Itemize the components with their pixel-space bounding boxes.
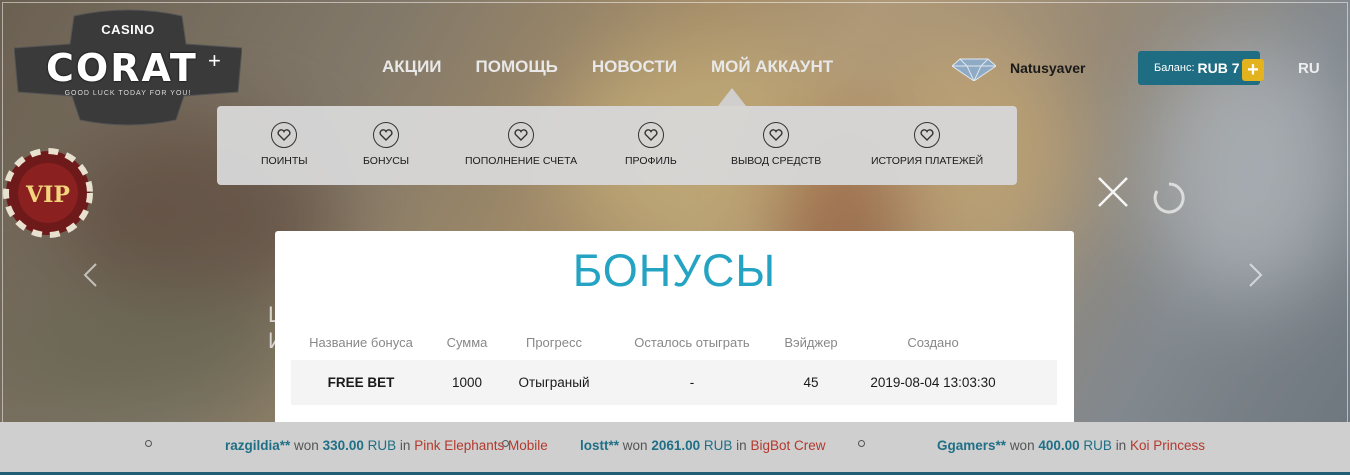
col-progress: Прогресс — [525, 334, 582, 350]
bonuses-table: Название бонуса Сумма Прогресс Осталось … — [291, 327, 1057, 405]
col-wager: Вэйджер — [784, 334, 838, 350]
nav-news[interactable]: НОВОСТИ — [592, 57, 677, 77]
heart-icon — [508, 122, 535, 148]
chevron-right-icon[interactable] — [1248, 262, 1264, 288]
in-text: in — [1115, 438, 1127, 453]
cell-created: 2019-08-04 13:03:30 — [870, 375, 996, 390]
win-amount: 2061.00 — [651, 438, 701, 453]
logo-plus-text: + — [208, 48, 221, 73]
table-header: Название бонуса Сумма Прогресс Осталось … — [291, 327, 1057, 357]
winner-name: lostt** — [580, 438, 620, 453]
game-name[interactable]: Koi Princess — [1130, 438, 1205, 453]
bullet-icon — [145, 440, 152, 447]
col-amount: Сумма — [446, 334, 488, 350]
won-text: won — [622, 438, 648, 453]
username[interactable]: Natusyaver — [1010, 60, 1086, 76]
ticker-item[interactable]: Ggamers** won 400.00 RUB in Koi Princess — [937, 438, 1205, 453]
bullet-icon — [858, 440, 865, 447]
nav-my-account[interactable]: МОЙ АККАУНТ — [711, 57, 833, 77]
menu-item-payment-history[interactable]: ИСТОРИЯ ПЛАТЕЖЕЙ — [871, 122, 983, 167]
won-text: won — [1009, 438, 1035, 453]
cell-wager: 45 — [803, 375, 819, 390]
deposit-plus-button[interactable]: + — [1242, 59, 1264, 81]
vip-label: VIP — [25, 182, 70, 208]
in-text: in — [399, 438, 411, 453]
main-nav: АКЦИИ ПОМОЩЬ НОВОСТИ МОЙ АККАУНТ — [382, 57, 867, 77]
menu-item-label: ПОПОЛНЕНИЕ СЧЕТА — [465, 155, 578, 167]
in-text: in — [736, 438, 747, 453]
col-remaining: Осталось отыграть — [634, 334, 750, 350]
nav-promotions[interactable]: АКЦИИ — [382, 57, 442, 77]
diamond-icon — [952, 58, 996, 81]
chevron-left-icon[interactable] — [82, 262, 98, 288]
logo-tagline: GOOD LUCK TODAY FOR YOU! — [64, 90, 192, 97]
col-bonus-name: Название бонуса — [309, 334, 413, 350]
heart-icon — [763, 122, 790, 148]
logo-brand-text: CORAT — [46, 46, 198, 90]
menu-item-points[interactable]: ПОИНТЫ — [261, 122, 308, 167]
game-name[interactable]: BigBot Crew — [750, 438, 825, 453]
winner-name: Ggamers** — [937, 438, 1007, 453]
menu-item-label: ВЫВОД СРЕДСТВ — [731, 155, 822, 167]
nav-help[interactable]: ПОМОЩЬ — [476, 57, 558, 77]
bonuses-modal: БОНУСЫ Название бонуса Сумма Прогресс Ос… — [275, 231, 1074, 436]
heart-icon — [271, 122, 298, 148]
menu-item-withdraw[interactable]: ВЫВОД СРЕДСТВ — [731, 122, 821, 167]
language-switcher[interactable]: RU — [1298, 60, 1320, 77]
cell-bonus-name: FREE BET — [327, 375, 395, 390]
menu-item-profile[interactable]: ПРОФИЛЬ — [625, 122, 677, 167]
loading-spinner-icon — [1153, 182, 1185, 214]
col-created: Создано — [907, 334, 959, 350]
close-icon[interactable] — [1096, 175, 1130, 209]
logo-casino-text: CASINO — [101, 22, 155, 37]
balance-amount: RUB 7 — [1197, 60, 1240, 76]
menu-item-label: ПРОФИЛЬ — [625, 155, 677, 167]
win-currency: RUB — [1083, 438, 1112, 453]
cell-amount: 1000 — [451, 375, 483, 390]
ticker-item[interactable]: razgildia** won 330.00 RUB in Pink Eleph… — [225, 438, 548, 453]
win-amount: 400.00 — [1038, 438, 1080, 453]
dropdown-pointer — [718, 88, 746, 106]
cell-remaining: - — [689, 375, 695, 390]
casino-logo[interactable]: CASINO CORAT + GOOD LUCK TODAY FOR YOU! — [14, 8, 242, 126]
modal-title: БОНУСЫ — [572, 245, 777, 296]
menu-item-label: ИСТОРИЯ ПЛАТЕЖЕЙ — [871, 155, 984, 167]
heart-icon — [373, 122, 400, 148]
cell-progress: Отыграный — [518, 375, 590, 390]
heart-icon — [637, 122, 664, 148]
menu-item-label: БОНУСЫ — [363, 155, 410, 167]
win-currency: RUB — [367, 438, 397, 453]
won-text: won — [294, 438, 319, 453]
menu-item-deposit[interactable]: ПОПОЛНЕНИЕ СЧЕТА — [465, 122, 577, 167]
balance-button[interactable]: Баланс: RUB 7 + — [1138, 51, 1264, 85]
vip-chip-icon: VIP — [3, 148, 93, 238]
game-name[interactable]: Pink Elephants Mobile — [414, 438, 548, 453]
win-currency: RUB — [703, 438, 733, 453]
account-dropdown-menu: ПОИНТЫ БОНУСЫ ПОПОЛНЕНИЕ СЧЕТА ПРОФИЛЬ В… — [217, 106, 1017, 185]
user-info[interactable]: Natusyaver — [952, 55, 1086, 81]
heart-icon — [914, 122, 941, 148]
menu-item-label: ПОИНТЫ — [261, 155, 308, 167]
balance-label: Баланс: — [1154, 62, 1195, 74]
table-row: FREE BET 1000 Отыграный - 45 2019-08-04 … — [291, 360, 1057, 405]
menu-item-bonuses[interactable]: БОНУСЫ — [363, 122, 409, 167]
ticker-item[interactable]: lostt** won 2061.00 RUB in BigBot Crew — [580, 438, 825, 453]
winner-name: razgildia** — [225, 438, 291, 453]
win-amount: 330.00 — [322, 438, 364, 453]
